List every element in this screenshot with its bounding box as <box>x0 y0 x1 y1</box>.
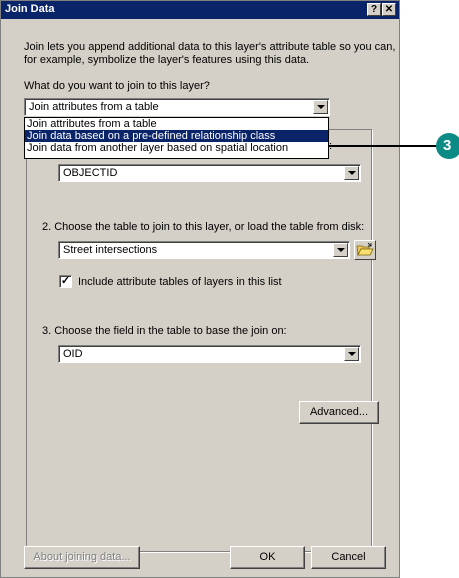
step1-field-combo[interactable]: OBJECTID <box>58 164 361 182</box>
join-options-group <box>26 129 372 552</box>
callout-line <box>328 145 440 147</box>
step3-label: 3. Choose the field in the table to base… <box>42 325 287 337</box>
open-folder-icon <box>356 242 374 257</box>
step3-field-value: OID <box>63 348 83 360</box>
join-type-combo[interactable]: Join attributes from a table <box>24 98 330 116</box>
join-type-label: What do you want to join to this layer? <box>24 80 210 92</box>
title-bar: Join Data ? ✕ <box>1 1 399 19</box>
callout-badge: 3 <box>436 133 459 159</box>
dropdown-option-spatial[interactable]: Join data from another layer based on sp… <box>25 142 328 154</box>
join-type-selected: Join attributes from a table <box>29 101 159 113</box>
step2-label: 2. Choose the table to join to this laye… <box>42 221 365 233</box>
join-data-dialog: Join Data ? ✕ Join lets you append addit… <box>0 0 400 578</box>
step2-table-value: Street intersections <box>63 244 158 256</box>
ok-button[interactable]: OK <box>230 546 305 569</box>
dropdown-option-relationship[interactable]: Join data based on a pre-defined relatio… <box>25 130 328 142</box>
open-folder-button[interactable] <box>354 240 376 260</box>
cancel-button[interactable]: Cancel <box>311 546 386 569</box>
dropdown-option-attributes[interactable]: Join attributes from a table <box>25 118 328 130</box>
about-joining-data-button[interactable]: About joining data... <box>24 546 140 569</box>
include-layers-label: Include attribute tables of layers in th… <box>78 276 282 288</box>
close-button[interactable]: ✕ <box>382 3 396 16</box>
advanced-button[interactable]: Advanced... <box>299 401 379 424</box>
window-title: Join Data <box>5 3 55 15</box>
chevron-down-icon[interactable] <box>313 100 328 114</box>
intro-line-2: for example, symbolize the layer's featu… <box>24 54 310 66</box>
chevron-down-icon[interactable] <box>344 347 359 361</box>
chevron-down-icon[interactable] <box>344 166 359 180</box>
help-button[interactable]: ? <box>367 3 381 16</box>
intro-line-1: Join lets you append additional data to … <box>24 41 396 53</box>
step2-table-combo[interactable]: Street intersections <box>58 241 350 259</box>
step3-field-combo[interactable]: OID <box>58 345 361 363</box>
step1-field-value: OBJECTID <box>63 167 118 179</box>
chevron-down-icon[interactable] <box>333 243 348 257</box>
include-layers-checkbox[interactable]: ✓ <box>59 275 72 288</box>
join-type-dropdown-list: Join attributes from a table Join data b… <box>24 117 329 159</box>
